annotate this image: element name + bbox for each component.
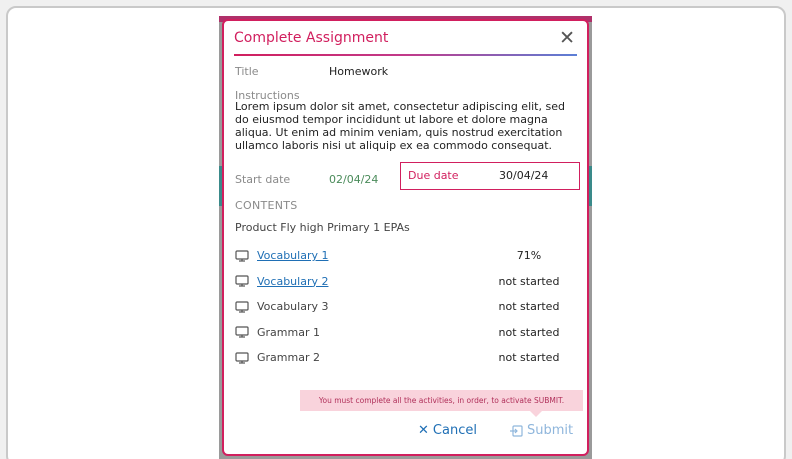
content-status: not started (498, 351, 560, 365)
content-status: 71% (516, 249, 542, 263)
title-field: Title Homework (235, 65, 388, 78)
list-item: Vocabulary 1 71% (235, 243, 570, 269)
list-item: Vocabulary 2 not started (235, 269, 570, 295)
product-name: Product Fly high Primary 1 EPAs (235, 221, 410, 234)
list-item: Grammar 1 not started (235, 320, 570, 346)
title-label: Title (235, 65, 259, 78)
submit-button[interactable]: Submit (510, 423, 573, 438)
submit-icon (510, 424, 523, 437)
content-status: not started (498, 300, 560, 314)
content-status: not started (498, 274, 560, 288)
content-name: Grammar 1 (257, 325, 320, 339)
complete-assignment-modal: Complete Assignment ✕ Title Homework Ins… (222, 19, 589, 456)
modal-header: Complete Assignment ✕ (234, 21, 577, 55)
list-item: Vocabulary 3 not started (235, 294, 570, 320)
monitor-icon (235, 326, 249, 338)
submit-tooltip: You must complete all the activities, in… (300, 390, 583, 417)
list-item: Grammar 2 not started (235, 345, 570, 371)
content-status: not started (498, 325, 560, 339)
content-name: Grammar 2 (257, 351, 320, 365)
modal-footer: ✕ Cancel Submit (224, 421, 587, 447)
header-divider (234, 54, 577, 56)
close-icon[interactable]: ✕ (559, 28, 577, 48)
close-icon: ✕ (418, 423, 429, 438)
monitor-icon (235, 301, 249, 313)
content-name: Vocabulary 3 (257, 300, 329, 314)
title-value: Homework (329, 65, 389, 78)
contents-heading: CONTENTS (235, 199, 298, 212)
start-date-label: Start date (235, 173, 291, 186)
content-link-vocabulary-1[interactable]: Vocabulary 1 (257, 249, 328, 262)
start-date-value: 02/04/24 (329, 173, 379, 186)
monitor-icon (235, 275, 249, 287)
due-date-value: 30/04/24 (499, 169, 549, 182)
dates-row: Start date 02/04/24 Due date 30/04/24 (235, 162, 580, 190)
due-date-label: Due date (408, 169, 459, 182)
monitor-icon (235, 250, 249, 262)
contents-list: Vocabulary 1 71% Vocabulary 2 not starte… (235, 243, 570, 371)
submit-label: Submit (527, 423, 574, 438)
cancel-button[interactable]: ✕ Cancel (418, 423, 477, 438)
monitor-icon (235, 352, 249, 364)
due-date-field: Due date 30/04/24 (400, 162, 580, 190)
cancel-label: Cancel (432, 423, 477, 438)
instructions-text: Lorem ipsum dolor sit amet, consectetur … (235, 100, 565, 152)
modal-title: Complete Assignment (234, 30, 389, 46)
scroll-fade (235, 370, 335, 378)
content-link-vocabulary-2[interactable]: Vocabulary 2 (257, 275, 328, 288)
